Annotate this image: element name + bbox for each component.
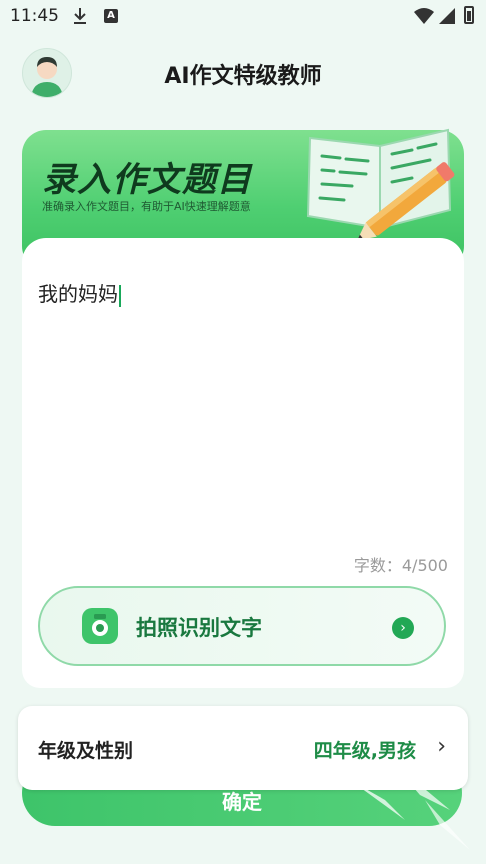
app-header: AI作文特级教师: [0, 40, 486, 110]
text-caret: [119, 284, 121, 307]
page-title: AI作文特级教师: [164, 64, 322, 89]
confirm-label: 确定: [222, 790, 262, 814]
status-bar: 11:45 A: [0, 0, 486, 34]
essay-topic-input[interactable]: 我的妈妈: [38, 278, 121, 307]
keyboard-icon: A: [104, 9, 118, 23]
grade-gender-value: 四年级,男孩: [313, 740, 416, 762]
chevron-right-icon: ›: [392, 617, 414, 639]
topic-card-subtitle: 准确录入作文题目，有助于AI快速理解题意: [42, 200, 251, 213]
topic-card-title: 录入作文题目: [42, 160, 252, 200]
essay-topic-value: 我的妈妈: [38, 282, 118, 306]
grade-gender-selector[interactable]: 年级及性别 四年级,男孩 ›: [18, 706, 468, 790]
status-time: 11:45: [10, 6, 59, 26]
word-count: 字数：4/500: [353, 556, 448, 575]
wifi-icon: [414, 8, 434, 24]
chevron-right-icon: ›: [437, 734, 446, 759]
signal-icon: [439, 8, 455, 24]
photo-ocr-button[interactable]: 拍照识别文字 ›: [38, 586, 446, 666]
download-icon: [74, 8, 86, 24]
battery-icon: [464, 6, 474, 24]
book-pencil-icon: [306, 128, 455, 241]
camera-icon: [82, 608, 118, 644]
grade-gender-label: 年级及性别: [38, 740, 134, 762]
photo-ocr-label: 拍照识别文字: [136, 616, 262, 640]
